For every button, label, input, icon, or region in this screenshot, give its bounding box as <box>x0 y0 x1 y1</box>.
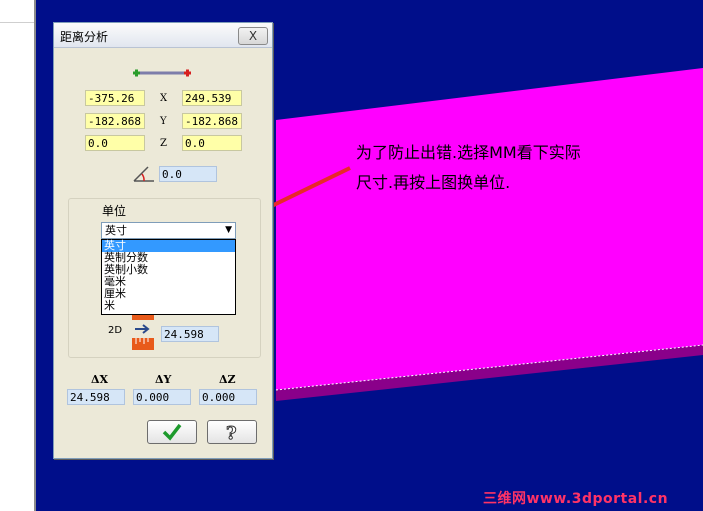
point2-z-field[interactable]: 0.0 <box>182 135 242 151</box>
units-select-value: 英寸 <box>105 224 127 237</box>
point2-x-field[interactable]: 249.539 <box>182 90 242 106</box>
units-select[interactable]: 英寸 ▼ <box>101 222 236 239</box>
point1-x-field[interactable]: -375.26 <box>85 90 145 106</box>
ok-button[interactable] <box>147 420 197 444</box>
point1-y-field[interactable]: -182.868 <box>85 113 145 129</box>
dialog-titlebar[interactable]: 距离分析 X <box>54 23 272 48</box>
angle-field[interactable]: 0.0 <box>159 166 217 182</box>
units-dropdown-list[interactable]: 英寸 英制分数 英制小数 毫米 厘米 米 <box>101 239 236 315</box>
dialog-title: 距离分析 <box>60 30 109 44</box>
axis-label-x: X <box>160 93 168 104</box>
watermark-text: 三维网www.3dportal.cn <box>483 491 669 507</box>
delta-y-field[interactable]: 0.000 <box>133 389 191 405</box>
units-option-m[interactable]: 米 <box>102 300 235 312</box>
distance-2d-label: 2D <box>108 325 123 336</box>
units-option-cm[interactable]: 厘米 <box>102 288 235 300</box>
delta-z-field[interactable]: 0.000 <box>199 389 257 405</box>
point2-y-field[interactable]: -182.868 <box>182 113 242 129</box>
point1-z-field[interactable]: 0.0 <box>85 135 145 151</box>
distance-2d-field[interactable]: 24.598 <box>161 326 219 342</box>
delta-x-field[interactable]: 24.598 <box>67 389 125 405</box>
chevron-down-icon: ▼ <box>225 225 232 235</box>
help-button[interactable]: ? <box>207 420 257 445</box>
svg-text:?: ? <box>226 423 237 442</box>
checkmark-icon <box>162 423 182 441</box>
close-icon: X <box>248 29 258 43</box>
axis-label-y: Y <box>160 116 167 127</box>
point-to-point-icon <box>133 69 191 77</box>
angle-icon <box>133 166 154 182</box>
annotation-line1: 为了防止出错.选择MM看下实际 <box>356 143 581 162</box>
question-icon: ? <box>226 423 238 445</box>
delta-x-label: ΔX <box>91 373 109 386</box>
annotation-line2: 尺寸.再按上图换单位. <box>356 173 511 192</box>
distance-analysis-dialog: 距离分析 X -375.26 -182.868 0.0 X Y Z 249.53… <box>53 22 273 459</box>
annotation-text: 为了防止出错.选择MM看下实际 尺寸.再按上图换单位. <box>356 138 646 198</box>
close-button[interactable]: X <box>238 27 268 45</box>
distance-2d-icon <box>132 324 154 350</box>
delta-z-label: ΔZ <box>219 373 236 386</box>
axis-label-z: Z <box>160 138 167 149</box>
delta-y-label: ΔY <box>155 373 172 386</box>
units-group-label: 单位 <box>102 204 127 218</box>
magenta-slab-top <box>276 68 703 390</box>
